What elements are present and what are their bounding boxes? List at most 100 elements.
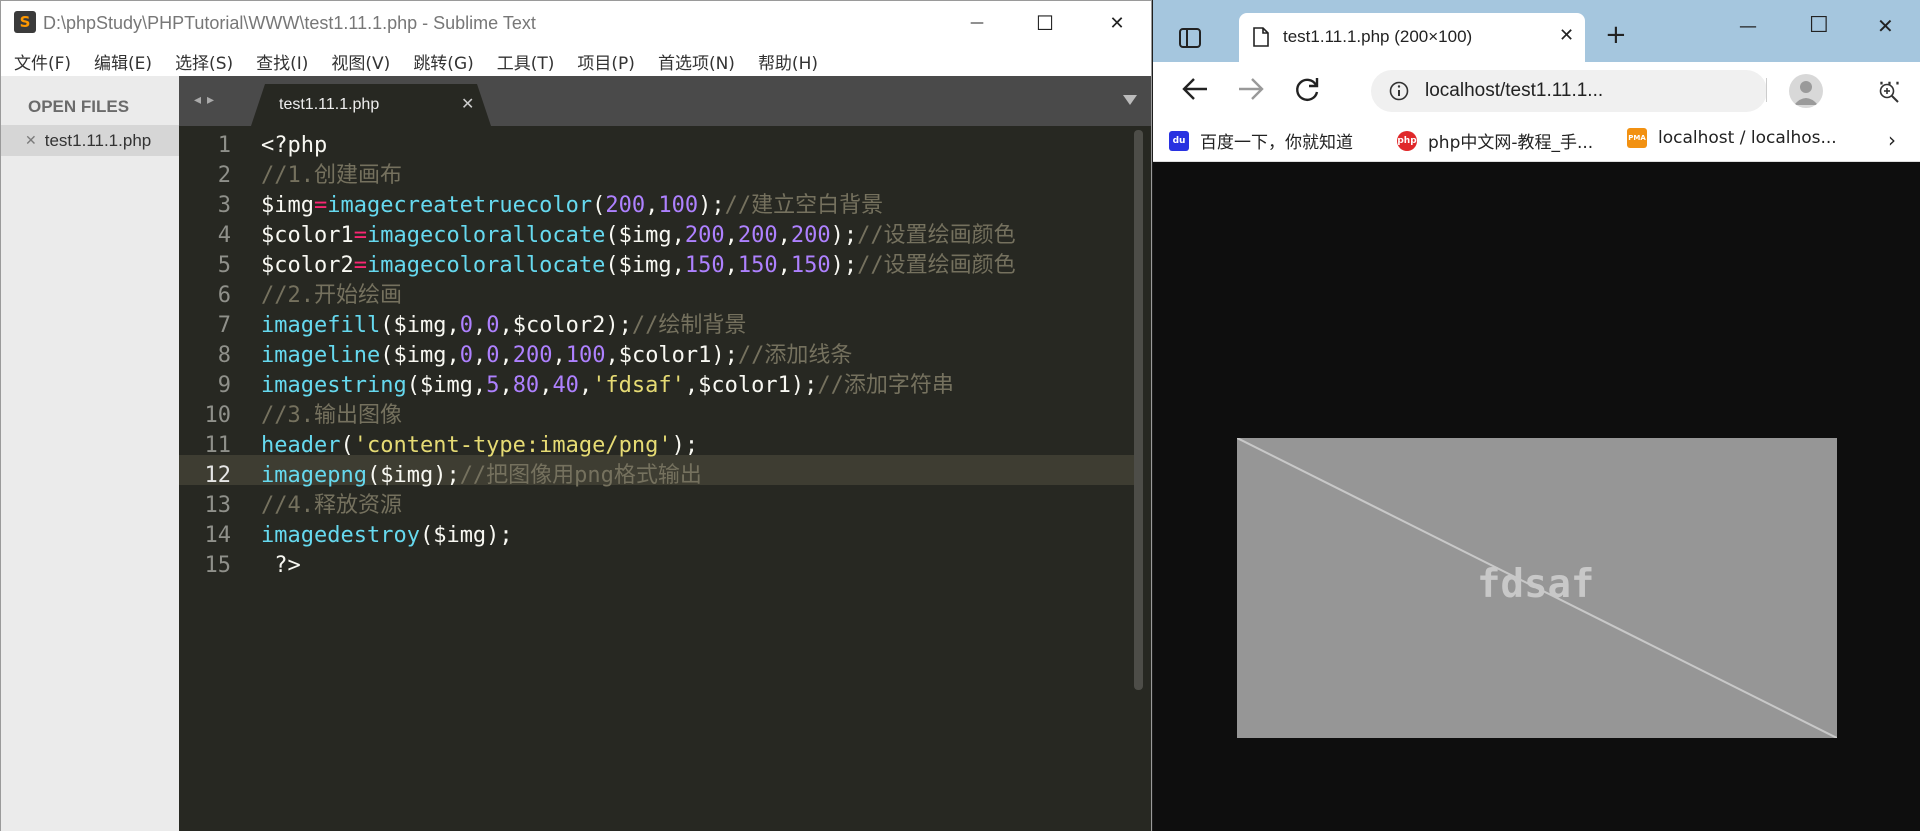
code-line[interactable]: imagestring($img,5,80,40,'fdsaf',$color1… bbox=[261, 371, 954, 401]
code-token: ( bbox=[592, 193, 606, 218]
code-token: imageline bbox=[261, 343, 381, 368]
code-line[interactable]: ?> bbox=[261, 551, 301, 581]
code-token: , bbox=[777, 223, 791, 248]
code-token: <?php bbox=[261, 133, 328, 158]
code-token: //4.释放资源 bbox=[261, 493, 402, 518]
code-token: = bbox=[353, 253, 367, 278]
bookmarks-overflow-icon[interactable]: › bbox=[1888, 128, 1896, 152]
browser-minimize-button[interactable]: — bbox=[1739, 16, 1757, 37]
code-token: 0 bbox=[459, 343, 473, 368]
line-number: 14 bbox=[204, 523, 232, 548]
code-line[interactable]: //2.开始绘画 bbox=[261, 281, 402, 311]
image-text: fdsaf bbox=[1477, 562, 1594, 607]
line-number: 5 bbox=[217, 253, 231, 278]
browser-tab[interactable]: test1.11.1.php (200×100) ✕ bbox=[1239, 13, 1585, 62]
browser-tab-strip: test1.11.1.php (200×100) ✕ + — ☐ ✕ bbox=[1153, 0, 1920, 62]
refresh-icon[interactable] bbox=[1293, 76, 1321, 104]
close-file-icon[interactable]: ✕ bbox=[25, 133, 37, 149]
code-token: //绘制背景 bbox=[631, 313, 747, 338]
editor-scrollbar[interactable] bbox=[1134, 130, 1143, 690]
menu-bar: 文件(F) 编辑(E) 选择(S) 查找(I) 视图(V) 跳转(G) 工具(T… bbox=[1, 46, 1151, 76]
menu-view[interactable]: 视图(V) bbox=[331, 49, 390, 74]
more-options-icon[interactable]: ··· bbox=[1878, 72, 1902, 97]
code-line[interactable]: $color1=imagecolorallocate($img,200,200,… bbox=[261, 221, 1016, 251]
forward-icon[interactable] bbox=[1237, 76, 1265, 102]
code-line[interactable]: imagepng($img);//把图像用png格式输出 bbox=[261, 461, 702, 491]
bookmark-phpmyadmin[interactable]: PMA localhost / localhos... bbox=[1627, 128, 1837, 148]
tab-close-icon[interactable]: ✕ bbox=[461, 94, 474, 113]
menu-goto[interactable]: 跳转(G) bbox=[413, 49, 473, 74]
menu-find[interactable]: 查找(I) bbox=[256, 49, 308, 74]
code-token: 200 bbox=[605, 193, 646, 218]
code-token: 200 bbox=[790, 223, 831, 248]
line-number: 6 bbox=[217, 283, 231, 308]
code-line[interactable]: <?php bbox=[261, 131, 327, 161]
close-button[interactable]: ✕ bbox=[1089, 5, 1145, 41]
code-token: 40 bbox=[552, 373, 579, 398]
menu-selection[interactable]: 选择(S) bbox=[175, 49, 233, 74]
code-token: 200 bbox=[512, 343, 553, 368]
bookmark-baidu[interactable]: du 百度一下，你就知道 bbox=[1169, 128, 1353, 153]
line-number: 9 bbox=[217, 373, 231, 398]
line-number: 7 bbox=[217, 313, 231, 338]
code-token: ($img, bbox=[605, 223, 685, 248]
menu-project[interactable]: 项目(P) bbox=[577, 49, 635, 74]
toolbar-separator bbox=[1766, 78, 1767, 102]
sidebar-file-item[interactable]: ✕ test1.11.1.php bbox=[1, 125, 179, 156]
code-line[interactable]: $img=imagecreatetruecolor(200,100);//建立空… bbox=[261, 191, 883, 221]
code-line[interactable]: //1.创建画布 bbox=[261, 161, 402, 191]
code-line[interactable]: header('content-type:image/png'); bbox=[261, 431, 698, 461]
minimize-button[interactable]: — bbox=[949, 5, 1005, 41]
code-line[interactable]: imagefill($img,0,0,$color2);//绘制背景 bbox=[261, 311, 746, 341]
code-line[interactable]: imageline($img,0,0,200,100,$color1);//添加… bbox=[261, 341, 852, 371]
line-number: 1 bbox=[217, 133, 231, 158]
code-token: //1.创建画布 bbox=[261, 163, 402, 188]
menu-preferences[interactable]: 首选项(N) bbox=[658, 49, 735, 74]
line-number: 13 bbox=[204, 493, 232, 518]
back-icon[interactable] bbox=[1181, 76, 1209, 102]
code-editor[interactable]: 1 2 3 4 5 6 7 8 9 10 11 12 13 14 15 <?php//1.创建画布 $img=… bbox=[179, 126, 1151, 831]
profile-avatar[interactable] bbox=[1789, 74, 1823, 108]
code-token: 150 bbox=[737, 253, 778, 278]
line-number: 12 bbox=[204, 463, 232, 488]
code-token: //设置绘画颜色 bbox=[857, 253, 1016, 278]
tab-bar: ◂▸ test1.11.1.php ✕ bbox=[179, 76, 1151, 126]
page-content: fdsaf bbox=[1153, 163, 1920, 831]
maximize-button[interactable]: ☐ bbox=[1017, 5, 1073, 41]
address-bar[interactable]: localhost/test1.11.1... bbox=[1371, 70, 1899, 112]
site-info-icon[interactable] bbox=[1389, 81, 1409, 101]
menu-help[interactable]: 帮助(H) bbox=[758, 49, 818, 74]
sidebar-file-name: test1.11.1.php bbox=[44, 130, 152, 150]
code-line[interactable]: //3.输出图像 bbox=[261, 401, 402, 431]
code-token: ( bbox=[340, 433, 354, 458]
address-text[interactable]: localhost/test1.11.1... bbox=[1425, 80, 1603, 102]
browser-tab-close-icon[interactable]: ✕ bbox=[1559, 25, 1574, 46]
code-token: ,$color1); bbox=[684, 373, 818, 398]
code-token: ); bbox=[698, 193, 725, 218]
menu-tools[interactable]: 工具(T) bbox=[497, 49, 555, 74]
code-token: , bbox=[645, 193, 659, 218]
line-number: 3 bbox=[217, 193, 231, 218]
code-token: , bbox=[499, 373, 513, 398]
code-line[interactable]: //4.释放资源 bbox=[261, 491, 402, 521]
tab-dropdown-icon[interactable] bbox=[1123, 95, 1137, 105]
code-token: 200 bbox=[684, 223, 725, 248]
code-token: , bbox=[578, 373, 593, 398]
browser-window: test1.11.1.php (200×100) ✕ + — ☐ ✕ local… bbox=[1153, 0, 1920, 831]
menu-file[interactable]: 文件(F) bbox=[14, 49, 71, 74]
new-tab-button[interactable]: + bbox=[1605, 20, 1627, 50]
code-token: //3.输出图像 bbox=[261, 403, 402, 428]
code-token: imagecolorallocate bbox=[366, 253, 606, 278]
code-token: ($img, bbox=[406, 373, 487, 398]
code-line[interactable]: $color2=imagecolorallocate($img,150,150,… bbox=[261, 251, 1016, 281]
browser-close-button[interactable]: ✕ bbox=[1877, 14, 1894, 38]
code-line[interactable]: imagedestroy($img); bbox=[261, 521, 513, 551]
tab-actions-icon[interactable] bbox=[1179, 28, 1201, 48]
code-token: imagestring bbox=[261, 373, 407, 398]
browser-maximize-button[interactable]: ☐ bbox=[1809, 13, 1829, 38]
tab-test1-php[interactable]: test1.11.1.php ✕ bbox=[251, 84, 491, 126]
menu-edit[interactable]: 编辑(E) bbox=[94, 49, 152, 74]
tab-nav-arrows-icon[interactable]: ◂▸ bbox=[194, 92, 220, 108]
bookmark-php-cn[interactable]: php php中文网-教程_手... bbox=[1397, 128, 1593, 153]
bookmark-label: 百度一下，你就知道 bbox=[1200, 133, 1353, 153]
